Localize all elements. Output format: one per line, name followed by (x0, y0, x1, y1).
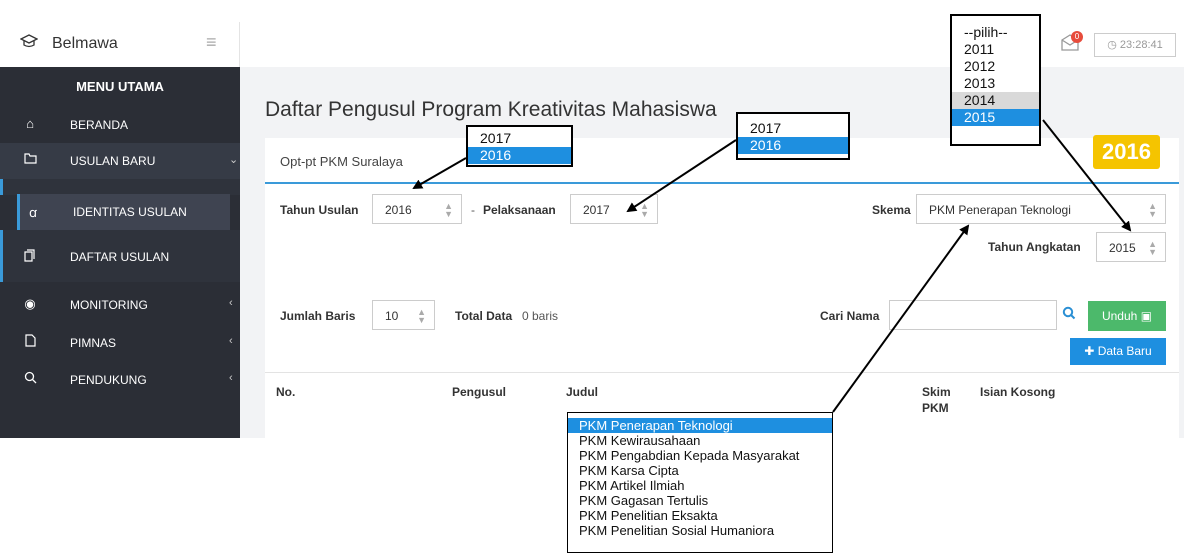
arrow-pelaksanaan (626, 139, 737, 213)
arrow-skema (832, 224, 970, 413)
arrow-tahun-angkatan (1042, 119, 1132, 232)
arrow-tahun-usulan (412, 157, 467, 189)
annotation-arrows (412, 119, 1132, 413)
